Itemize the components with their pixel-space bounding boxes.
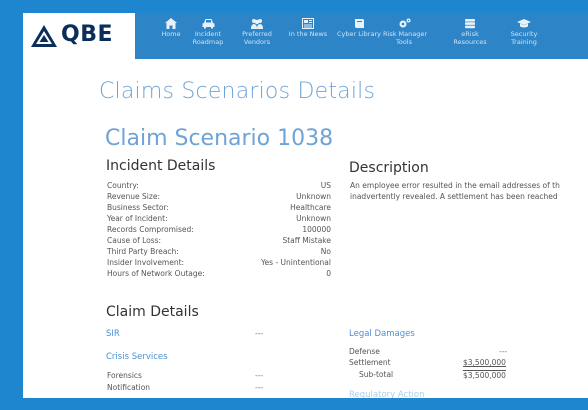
car-icon: [202, 19, 214, 29]
incident-label: Business Sector:: [107, 203, 169, 212]
nav-home[interactable]: Home: [154, 17, 188, 57]
settlement-label: Settlement: [349, 358, 391, 367]
incident-value: Unknown: [296, 214, 331, 223]
stack-icon: [465, 19, 475, 29]
sir-value: ---: [255, 329, 264, 338]
subtotal-label: Sub-total: [359, 370, 394, 379]
nav-erisk-label-2: Resources: [453, 37, 487, 46]
incident-row: Third Party Breach: No: [107, 247, 331, 257]
notification-label: Notification: [107, 383, 151, 392]
incident-row: Hours of Network Outage: 0: [107, 269, 331, 279]
nav-security-label-2: Training: [511, 37, 537, 46]
incident-label: Year of Incident:: [107, 214, 168, 223]
nav-security-training[interactable]: Security Training: [503, 17, 545, 57]
incident-value: 0: [326, 269, 331, 278]
incident-value: Unknown: [296, 192, 331, 201]
top-nav-bar: QBE Home Incident Roadmap Preferred Vend…: [23, 13, 588, 59]
description-heading: Description: [349, 160, 429, 176]
incident-row: Year of Incident: Unknown: [107, 214, 331, 224]
defense-value: ---: [499, 347, 508, 356]
incident-label: Hours of Network Outage:: [107, 269, 205, 278]
incident-value: Staff Mistake: [282, 236, 331, 245]
claim-details-heading: Claim Details: [106, 304, 199, 320]
qbe-logo[interactable]: QBE: [23, 13, 135, 59]
incident-label: Third Party Breach:: [107, 247, 179, 256]
incident-row: Revenue Size: Unknown: [107, 192, 331, 202]
incident-value: Healthcare: [290, 203, 331, 212]
nav-cyber-library[interactable]: Cyber Library: [335, 17, 383, 57]
nav-risk-manager-tools[interactable]: Risk Manager Tools: [383, 17, 427, 57]
nav-erisk-resources[interactable]: eRisk Resources: [449, 17, 491, 57]
incident-details-heading: Incident Details: [106, 158, 216, 174]
incident-label: Country:: [107, 181, 139, 190]
nav-news-label: In the News: [288, 30, 328, 38]
incident-row: Cause of Loss: Staff Mistake: [107, 236, 331, 246]
scenario-title: Claim Scenario 1038: [105, 126, 334, 151]
brand-name: QBE: [61, 22, 113, 47]
sir-label: SIR: [106, 329, 120, 339]
nav-vendors-label-2: Vendors: [243, 37, 271, 46]
forensics-label: Forensics: [107, 371, 142, 380]
nav-home-label: Home: [161, 30, 181, 38]
nav-risk-label-2: Tools: [395, 37, 412, 46]
incident-row: Records Compromised: 100000: [107, 225, 331, 235]
incident-row: Country: US: [107, 181, 331, 191]
nav-preferred-vendors[interactable]: Preferred Vendors: [237, 17, 277, 57]
nav-incident-label-2: Roadmap: [192, 37, 224, 46]
defense-label: Defense: [349, 347, 380, 356]
nav-library-label: Cyber Library: [337, 30, 381, 38]
incident-value: 100000: [302, 225, 331, 234]
incident-label: Revenue Size:: [107, 192, 160, 201]
description-line: inadvertently revealed. A settlement has…: [350, 192, 558, 201]
incident-row: Insider Involvement: Yes - Unintentional: [107, 258, 331, 268]
home-icon: [165, 18, 177, 29]
graduation-cap-icon: [517, 19, 531, 28]
page-title: Claims Scenarios Details: [99, 79, 376, 104]
notification-value: ---: [255, 383, 264, 392]
book-icon: [354, 19, 364, 28]
incident-label: Records Compromised:: [107, 225, 194, 234]
gears-icon: [399, 18, 410, 28]
newspaper-icon: [302, 18, 314, 29]
settlement-value: $3,500,000: [463, 358, 506, 367]
description-line: An employee error resulted in the email …: [350, 181, 560, 190]
legal-damages-heading: Legal Damages: [349, 329, 415, 339]
incident-value: Yes - Unintentional: [260, 258, 331, 267]
incident-value: US: [320, 181, 331, 190]
qbe-logo-icon: [31, 25, 57, 47]
regulatory-action-heading: Regulatory Action: [349, 390, 425, 398]
crisis-services-heading: Crisis Services: [106, 352, 168, 362]
people-icon: [251, 19, 263, 29]
nav-in-the-news[interactable]: In the News: [283, 17, 333, 57]
nav-incident-roadmap[interactable]: Incident Roadmap: [188, 17, 228, 57]
forensics-value: ---: [255, 371, 264, 380]
incident-label: Cause of Loss:: [107, 236, 162, 245]
incident-value: No: [320, 247, 331, 256]
browser-window: QBE Home Incident Roadmap Preferred Vend…: [23, 13, 588, 398]
incident-row: Business Sector: Healthcare: [107, 203, 331, 213]
incident-label: Insider Involvement:: [107, 258, 185, 267]
subtotal-value: $3,500,000: [463, 370, 506, 380]
